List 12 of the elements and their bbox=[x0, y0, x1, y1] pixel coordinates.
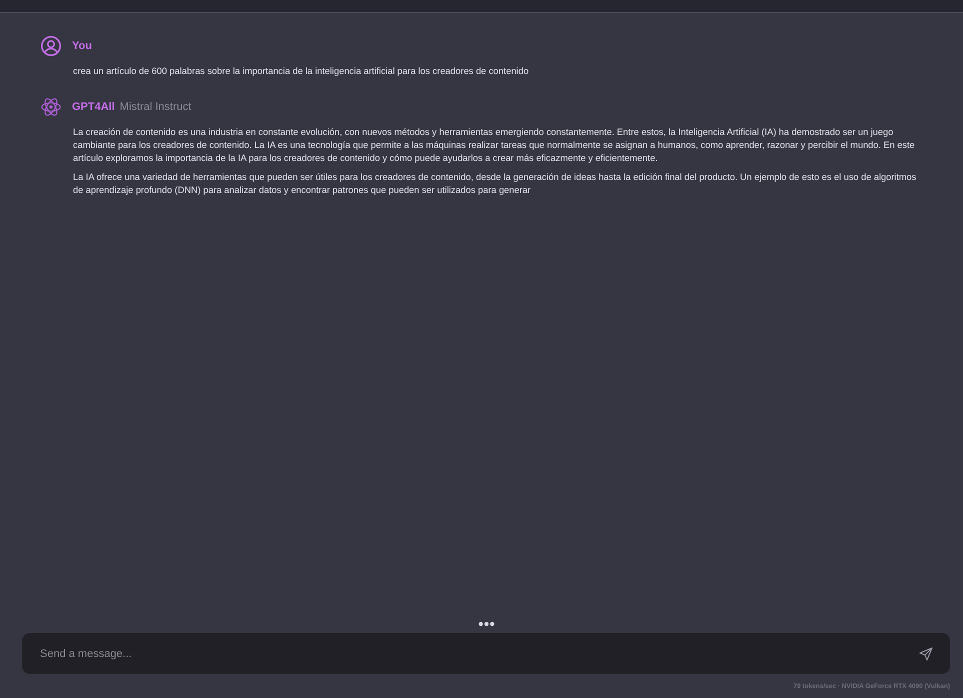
model-name: Mistral Instruct bbox=[120, 101, 192, 113]
message-text: La IA ofrece una variedad de herramientas que pueden ser útiles para los creadores de contenido, desde la generación de ideas hasta la edición final del producto. Un ejemplo de esto es el uso de algoritmos de aprendizaje profundo (DNN) para analizar datos y encontrar patrones que pueden ser utilizados para generar bbox=[73, 171, 918, 197]
author-name: GPT4All bbox=[72, 101, 115, 113]
send-icon[interactable] bbox=[918, 646, 934, 662]
more-icon[interactable] bbox=[478, 621, 494, 627]
user-icon bbox=[40, 35, 62, 57]
author-name: You bbox=[72, 40, 92, 52]
atom-icon bbox=[40, 96, 62, 118]
message-text: crea un artículo de 600 palabras sobre la importancia de la inteligencia artificial para los creadores de contenido bbox=[73, 65, 530, 78]
message-field[interactable]: Send a message... bbox=[22, 633, 950, 674]
message-text: La creación de contenido es una industria en constante evolución, con nuevos métodos y herramientas emergiendo constantemente. Entre estos, la Inteligencia Artificial (IA) ha demostrado ser un juego cambiante para los creadores de contenido. La IA es una tecnología que permite a las máquinas realizar tareas que normalmente se asignan a humanos, como aprender, razonar y percibir el mundo. En este artículo exploramos la importancia de la IA para los creadores de contenido y cómo puede ayudarlos a crear más eficazmente y eficientemente. bbox=[73, 126, 916, 165]
message-input[interactable]: Send a message... bbox=[38, 646, 918, 660]
